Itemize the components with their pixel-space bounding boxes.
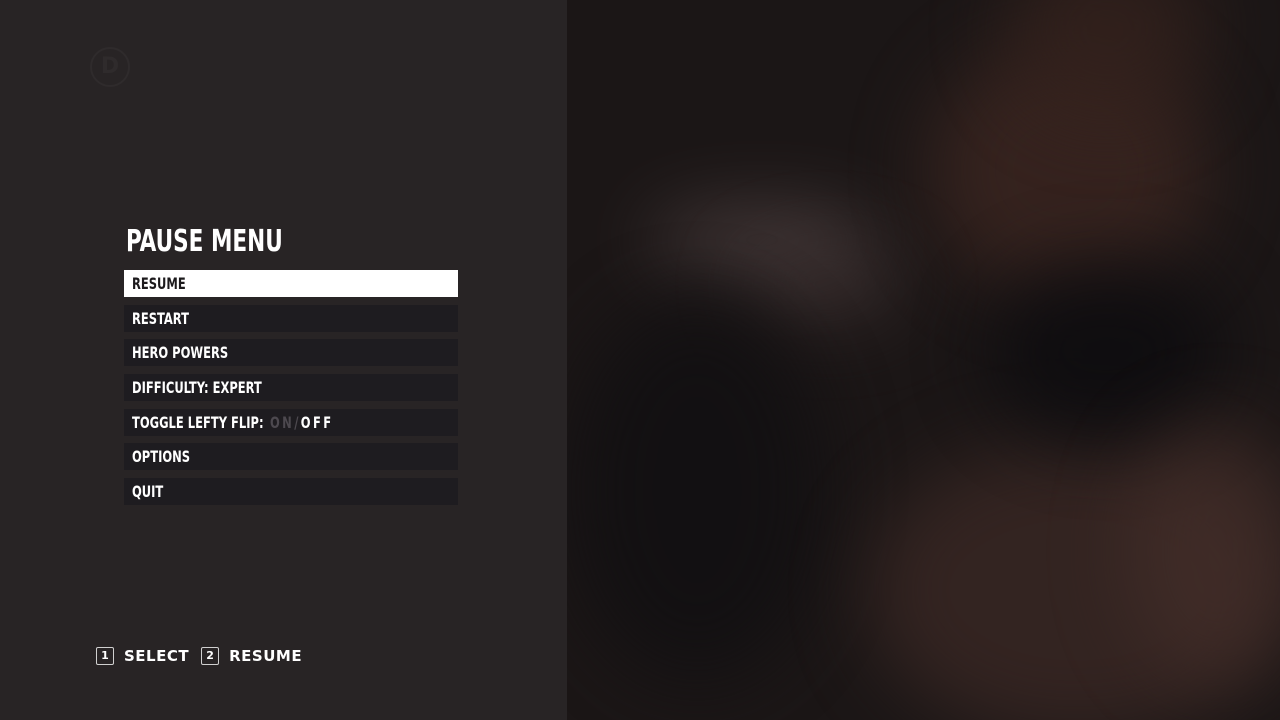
menu-item-lefty-flip-toggle[interactable]: TOGGLE LEFTY FLIP: ON/OFF — [124, 408, 458, 436]
menu-item-resume[interactable]: RESUME — [124, 270, 458, 297]
button-1-key-icon: 1 — [96, 647, 114, 665]
pause-screen: D PAUSE MENU RESUME RESTART HERO POWERS … — [0, 0, 1280, 720]
background-blur-shape — [987, 260, 1227, 440]
menu-item-options[interactable]: OPTIONS — [124, 443, 458, 471]
pause-menu-list: RESUME RESTART HERO POWERS DIFFICULTY: E… — [124, 270, 458, 513]
menu-title: PAUSE MENU — [126, 224, 283, 259]
menu-item-label: TOGGLE LEFTY FLIP: ON/OFF — [132, 409, 334, 436]
menu-item-label: HERO POWERS — [132, 343, 229, 363]
menu-item-quit[interactable]: QUIT — [124, 478, 458, 506]
background-blur-shape — [747, 250, 907, 320]
menu-item-label: OPTIONS — [132, 447, 191, 467]
menu-item-label: DIFFICULTY: EXPERT — [132, 378, 262, 398]
toggle-separator: / — [294, 412, 301, 432]
select-hint-label: SELECT — [124, 647, 190, 665]
background-blur-shape — [567, 300, 827, 680]
controller-hints: 1 SELECT 2 RESUME — [96, 646, 314, 666]
button-2-key-icon: 2 — [201, 647, 220, 665]
menu-item-label: RESTART — [132, 308, 189, 328]
menu-item-restart[interactable]: RESTART — [124, 304, 458, 332]
menu-item-difficulty[interactable]: DIFFICULTY: EXPERT — [124, 374, 458, 402]
resume-hint-label: RESUME — [229, 647, 303, 665]
toggle-option-off: OFF — [300, 412, 334, 432]
menu-item-hero-powers[interactable]: HERO POWERS — [124, 339, 458, 367]
d-circle-logo-icon: D — [90, 47, 130, 87]
menu-item-label: RESUME — [132, 274, 186, 293]
menu-item-label: QUIT — [132, 482, 164, 502]
blurred-gameplay-background — [567, 0, 1280, 720]
logo-letter: D — [100, 54, 120, 79]
lefty-flip-label: TOGGLE LEFTY FLIP: — [132, 412, 264, 432]
toggle-option-on: ON — [269, 412, 295, 432]
pause-menu-panel: D PAUSE MENU RESUME RESTART HERO POWERS … — [0, 0, 567, 720]
